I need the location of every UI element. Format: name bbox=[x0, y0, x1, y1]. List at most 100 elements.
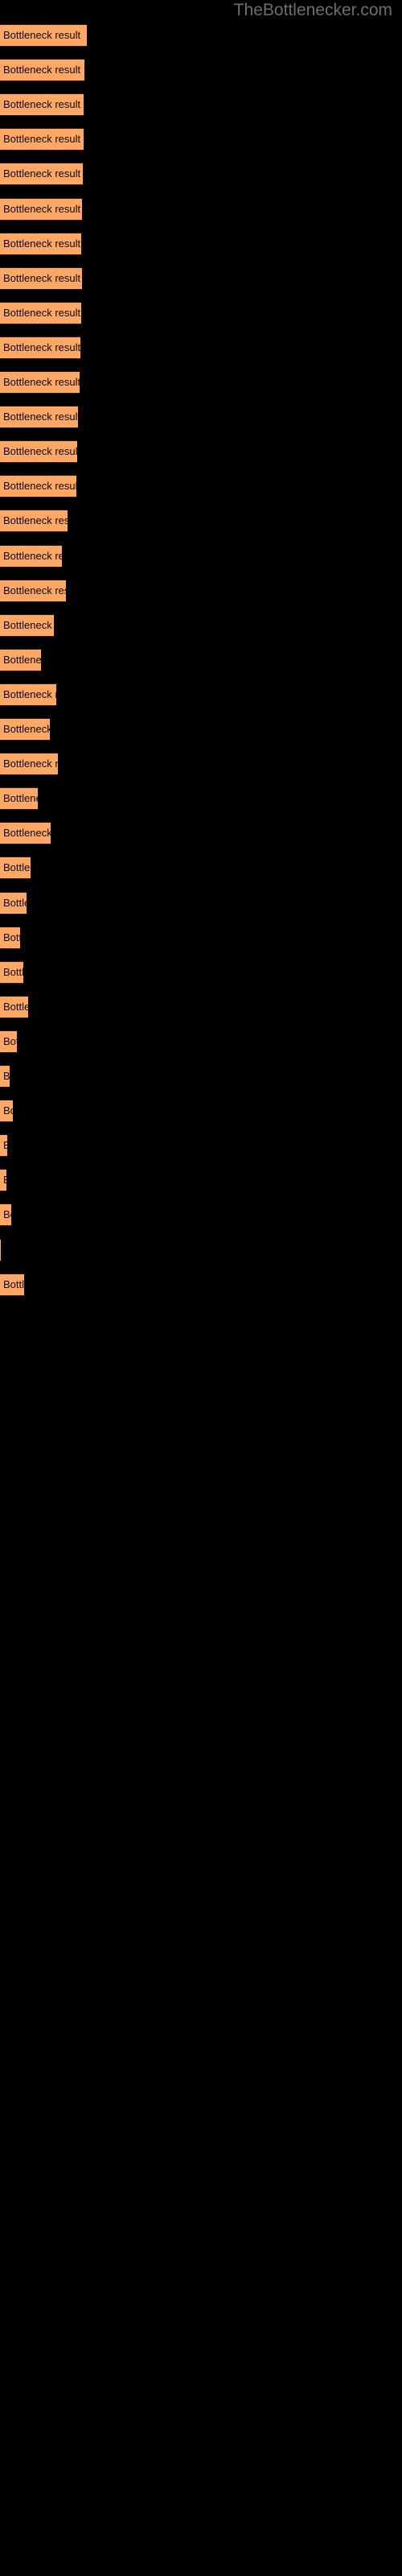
bar-row[interactable]: Bottleneck result bbox=[0, 995, 28, 1018]
bar-label: Bottleneck result bbox=[3, 861, 31, 874]
bar-label: Bottleneck result bbox=[3, 411, 78, 423]
bar-label: Bottleneck result bbox=[3, 376, 80, 388]
bar-row[interactable]: Bottleneck result bbox=[0, 891, 27, 914]
bar-row[interactable]: Bottleneck result bbox=[0, 336, 80, 359]
bar-label-clip: Bottleneck result bbox=[0, 59, 84, 81]
bar-label: Bottleneck result bbox=[3, 133, 81, 146]
bar-row[interactable]: Bottleneck result bbox=[0, 371, 80, 394]
bar-row[interactable]: Bottleneck result bbox=[0, 718, 50, 741]
bar-label-clip: Bottleneck result bbox=[0, 128, 84, 151]
bar-label-clip: Bottleneck result bbox=[0, 1274, 24, 1296]
bar-row[interactable]: Bottleneck result bbox=[0, 648, 41, 671]
bar-label: Bottleneck result bbox=[3, 271, 81, 284]
bar-row[interactable]: Bottleneck result bbox=[0, 1273, 24, 1296]
bar-row[interactable]: Bottleneck result bbox=[0, 1238, 1, 1261]
bar-label: Bottleneck result bbox=[3, 687, 56, 700]
bar-row[interactable]: Bottleneck result bbox=[0, 926, 20, 949]
bar-label: Bottleneck result bbox=[3, 584, 66, 597]
bar-label-clip: Bottleneck result bbox=[0, 1030, 17, 1053]
bar-label-clip: Bottleneck result bbox=[0, 233, 81, 255]
bar-row[interactable]: Bottleneck result bbox=[0, 1203, 11, 1227]
bar-label: Bottleneck result bbox=[3, 202, 81, 215]
bar-row[interactable]: Bottleneck result bbox=[0, 475, 76, 498]
bar-label-clip: Bottleneck result bbox=[0, 545, 62, 568]
bar-row[interactable]: Bottleneck result bbox=[0, 1134, 7, 1158]
bar-label-clip: Bottleneck result bbox=[0, 857, 31, 879]
bar-label-clip: Bottleneck result bbox=[0, 961, 23, 984]
bar-label: Bottleneck result bbox=[3, 1139, 7, 1152]
bar-row[interactable]: Bottleneck result bbox=[0, 406, 78, 429]
bar-label: Bottleneck result bbox=[3, 1104, 13, 1117]
bar-label: Bottleneck result bbox=[3, 514, 68, 527]
bar-row[interactable]: Bottleneck result bbox=[0, 93, 84, 117]
bar-label: Bottleneck result bbox=[3, 1034, 17, 1047]
bar-row[interactable]: Bottleneck result bbox=[0, 232, 81, 255]
bar-series-container: Bottleneck result Bottleneck result Bottle… bbox=[0, 0, 402, 2576]
bar-label-clip: Bottleneck result bbox=[0, 440, 77, 463]
bar-label: Bottleneck result bbox=[3, 1169, 6, 1191]
bar-row[interactable]: Bottleneck result bbox=[0, 1030, 17, 1053]
bar-row[interactable]: Bottleneck result bbox=[0, 128, 84, 151]
bar-row[interactable]: Bottleneck result bbox=[0, 59, 84, 82]
bar-label-clip: Bottleneck result bbox=[0, 475, 76, 497]
bar-row[interactable]: Bottleneck result bbox=[0, 24, 87, 47]
bar-row[interactable]: Bottleneck result bbox=[0, 579, 66, 602]
bar-label-clip: Bottleneck result bbox=[0, 822, 51, 844]
bar-row[interactable]: Bottleneck result bbox=[0, 1100, 13, 1123]
bar-row[interactable]: Bottleneck result bbox=[0, 787, 38, 811]
bar-row[interactable]: Bottleneck result bbox=[0, 753, 58, 776]
bar-label: Bottleneck result bbox=[3, 931, 20, 943]
bar-label-clip: Bottleneck result bbox=[0, 510, 68, 532]
bar-row[interactable]: Bottleneck result bbox=[0, 822, 51, 845]
bar-label-clip: Bottleneck result bbox=[0, 1065, 10, 1088]
bar-row[interactable]: Bottleneck result bbox=[0, 960, 23, 984]
bar-label: Bottleneck result bbox=[3, 618, 54, 631]
bar-label-clip: Bottleneck result bbox=[0, 892, 27, 914]
bar-label: Bottleneck result bbox=[3, 653, 41, 666]
bar-label-clip: Bottleneck result bbox=[0, 93, 84, 116]
bar-row[interactable]: Bottleneck result bbox=[0, 857, 31, 880]
bar-label: Bottleneck result bbox=[3, 237, 81, 250]
bar-label-clip: Bottleneck result bbox=[0, 1203, 11, 1226]
bar-row[interactable]: Bottleneck result bbox=[0, 1169, 6, 1192]
bar-label: Bottleneck result bbox=[3, 306, 81, 319]
bar-label-clip: Bottleneck result bbox=[0, 267, 82, 290]
bar-label: Bottleneck result bbox=[3, 965, 23, 978]
bar-label-clip: Bottleneck result bbox=[0, 406, 78, 428]
bar-label: Bottleneck result bbox=[3, 64, 81, 76]
bar-label: Bottleneck result bbox=[3, 480, 76, 493]
bar-label-clip: Bottleneck result bbox=[0, 580, 66, 602]
bar-row[interactable]: Bottleneck result bbox=[0, 510, 68, 533]
bar-label: Bottleneck result bbox=[3, 1278, 24, 1290]
bar-row[interactable]: Bottleneck result bbox=[0, 440, 77, 464]
bar-label-clip: Bottleneck result bbox=[0, 927, 20, 949]
bar-row[interactable]: Bottleneck result bbox=[0, 301, 81, 324]
bar-label: Bottleneck result bbox=[3, 29, 81, 41]
bar-row[interactable]: Bottleneck result bbox=[0, 544, 62, 568]
bar-row[interactable]: Bottleneck result bbox=[0, 1065, 10, 1088]
bar-label: Bottleneck result bbox=[3, 792, 38, 805]
bar-label-clip: Bottleneck result bbox=[0, 336, 80, 359]
bar-label-clip: Bottleneck result bbox=[0, 371, 80, 394]
bar-label-clip: Bottleneck result bbox=[0, 996, 28, 1018]
bar-row[interactable]: Bottleneck result bbox=[0, 163, 83, 186]
bar-row[interactable]: Bottleneck result bbox=[0, 197, 82, 221]
bar-label: Bottleneck result bbox=[3, 98, 81, 111]
bar-label-clip: Bottleneck result bbox=[0, 302, 81, 324]
bar-label-clip: Bottleneck result bbox=[0, 1100, 13, 1122]
bar-label: Bottleneck result bbox=[3, 167, 81, 180]
bar-row[interactable]: Bottleneck result bbox=[0, 683, 56, 706]
bar-label-clip: Bottleneck result bbox=[0, 1134, 7, 1157]
bar-label: Bottleneck result bbox=[3, 723, 50, 735]
bar-label-clip: Bottleneck result bbox=[0, 683, 56, 706]
bar-label-clip: Bottleneck result bbox=[0, 718, 50, 741]
bar-row[interactable]: Bottleneck result bbox=[0, 613, 54, 637]
bar-label: Bottleneck result bbox=[3, 827, 51, 840]
bar-row[interactable]: Bottleneck result bbox=[0, 266, 82, 290]
bar-label: Bottleneck result bbox=[3, 1000, 28, 1013]
bar-label-clip: Bottleneck result bbox=[0, 614, 54, 637]
bar-label-clip: Bottleneck result bbox=[0, 649, 41, 671]
bar-label: Bottleneck result bbox=[3, 549, 62, 562]
bar-label-clip: Bottleneck result bbox=[0, 24, 87, 47]
bar-label: Bottleneck result bbox=[3, 445, 77, 458]
